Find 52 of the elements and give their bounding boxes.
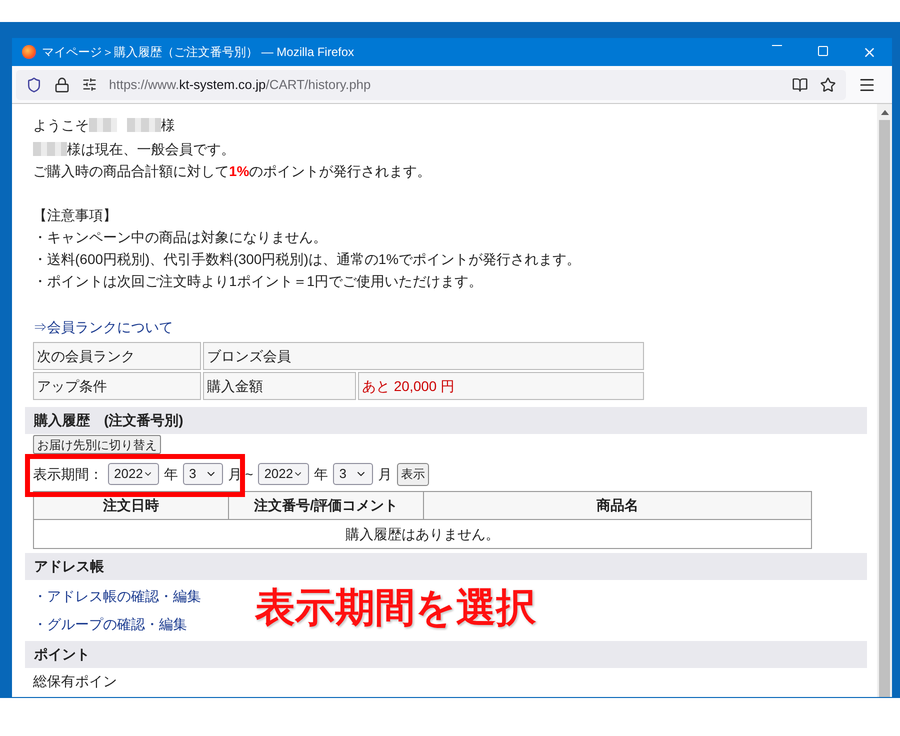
switch-button[interactable]: お届け先別に切り替え [33, 435, 161, 454]
table-cell: 購入金額 [203, 372, 356, 400]
permissions-icon[interactable] [82, 77, 97, 92]
month-unit: 月 [228, 464, 242, 484]
url-bar[interactable]: https://www.kt-system.co.jp/CART/history.php [16, 70, 846, 100]
blurred-name [33, 142, 67, 156]
dropdown[interactable]: 2022 [258, 463, 310, 485]
member-status-text: 様は現在、一般会員です。 [67, 140, 235, 159]
blurred-name [127, 118, 161, 132]
notice-item: ・キャンペーン中の商品は対象になりません。 [33, 228, 328, 247]
url-text: https://www.kt-system.co.jp/CART/history.php [109, 76, 371, 94]
scrollbar[interactable] [877, 104, 892, 697]
tilde-text: ~ [245, 464, 254, 484]
section-header: 購入履歴 (注文番号別) [25, 407, 867, 434]
table-cell: あと 20,000 円 [358, 372, 644, 400]
points-note-text: ご購入時の商品合計額に対して1%のポイントが発行されます。 [33, 162, 432, 181]
notice-item: ・ポイントは次回ご注文時より1ポイント＝1円でご使用いただけます。 [33, 272, 484, 291]
table-cell: アップ条件 [33, 372, 201, 400]
month-unit: 月 [378, 464, 392, 484]
scrollbar-thumb[interactable] [879, 120, 890, 697]
greeting-text: ようこそ [33, 116, 89, 135]
section-header: アドレス帳 [25, 553, 867, 580]
reader-view-icon[interactable] [792, 76, 808, 92]
star-icon[interactable] [820, 76, 836, 92]
blurred-name [89, 118, 117, 132]
honorific-text: 様 [161, 116, 175, 135]
window-title: マイページ＞購入履歴（ご注文番号別） — Mozilla Firefox [42, 44, 354, 61]
rank-link[interactable]: ⇒会員ランクについて [33, 319, 173, 335]
browser-logo-icon [22, 45, 36, 59]
minimize-icon [772, 44, 782, 46]
table-cell: 次の会員ランク [33, 342, 201, 370]
year-unit: 年 [314, 464, 328, 484]
shield-icon[interactable] [26, 76, 42, 92]
lock-icon[interactable] [54, 76, 70, 92]
column-header: 商品名 [596, 496, 640, 515]
dropdown[interactable]: 3 [183, 463, 223, 485]
address-link[interactable]: ・アドレス帳の確認・編集 [33, 588, 201, 604]
dropdown[interactable]: 3 [333, 463, 374, 485]
notice-item: ・送料(600円税別)、代引手数料(300円税別)は、通常の1%でポイントが発行されます。 [33, 250, 582, 269]
empty-message: 購入履歴はありません。 [344, 525, 500, 544]
maximize-icon [817, 44, 829, 56]
section-header: ポイント [25, 641, 867, 668]
points-label: 総保有ポイン [32, 672, 118, 691]
table-cell: ブロンズ会員 [203, 342, 644, 370]
notice-heading: 【注意事項】 [33, 206, 118, 225]
address-link[interactable]: ・グループの確認・編集 [33, 616, 187, 632]
show-button[interactable]: 表示 [397, 462, 430, 486]
dropdown[interactable]: 2022 [108, 463, 159, 485]
column-header: 注文番号/評価コメント [229, 492, 424, 519]
annotation-text: 表示期間を選択 [255, 585, 536, 632]
year-unit: 年 [164, 464, 178, 484]
period-label: 表示期間： [33, 464, 103, 484]
